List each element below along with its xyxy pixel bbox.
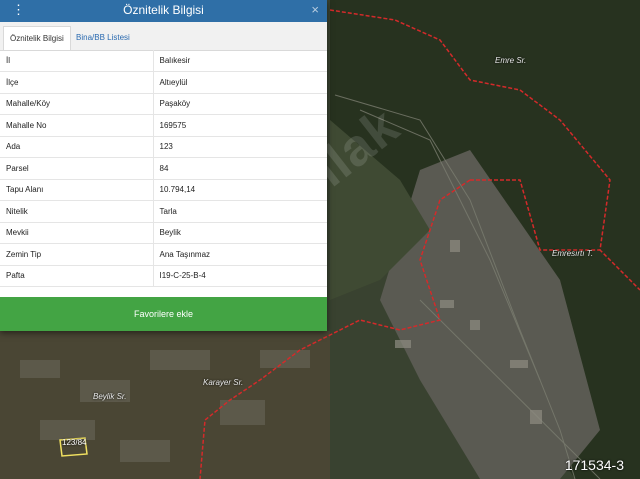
row-key: Mevkii xyxy=(0,222,154,244)
row-key: Mahalle No xyxy=(0,114,154,137)
listing-code: 171534-3 xyxy=(564,457,624,473)
attribute-table: İl Balıkesir İlçe Altıeylül Mahalle/Köy Paş… xyxy=(0,50,327,287)
map-label-emresirti: Emresırtı T. xyxy=(552,249,594,258)
parcel-label: 123/84 xyxy=(62,438,87,447)
table-row: Nitelik Tarla xyxy=(0,200,327,223)
row-value: Tarla xyxy=(153,200,327,223)
close-icon[interactable]: × xyxy=(311,2,319,18)
map-label-karayer: Karayer Sr. xyxy=(203,378,244,387)
row-value: Beylik xyxy=(153,222,327,244)
table-row: Pafta I19-C-25-B-4 xyxy=(0,265,327,287)
table-row: Mahalle/Köy Paşaköy xyxy=(0,93,327,115)
table-row: Parsel 84 xyxy=(0,157,327,180)
tab-attribute-info[interactable]: Öznitelik Bilgisi xyxy=(3,26,71,50)
row-key: Parsel xyxy=(0,157,154,180)
row-key: İlçe xyxy=(0,71,154,94)
table-row: İlçe Altıeylül xyxy=(0,71,327,94)
row-value: Balıkesir xyxy=(153,50,327,72)
attribute-panel: ⋮ Öznitelik Bilgisi × Öznitelik Bilgisi … xyxy=(0,0,327,331)
row-key: Ada xyxy=(0,136,154,158)
table-row: Zemin Tip Ana Taşınmaz xyxy=(0,243,327,266)
row-value: Paşaköy xyxy=(153,93,327,115)
map-label-emre: Emre Sr. xyxy=(495,56,527,65)
map-label-beylik: Beylik Sr. xyxy=(93,392,127,401)
tab-building-list[interactable]: Bina/BB Listesi xyxy=(70,26,136,50)
row-key: Tapu Alanı xyxy=(0,179,154,201)
row-value: Ana Taşınmaz xyxy=(153,243,327,266)
add-to-favorites-button[interactable]: Favorilere ekle xyxy=(0,297,327,331)
row-key: İl xyxy=(0,50,154,72)
row-key: Zemin Tip xyxy=(0,243,154,266)
table-row: Ada 123 xyxy=(0,136,327,158)
row-key: Pafta xyxy=(0,265,154,287)
table-row: Mevkii Beylik xyxy=(0,222,327,244)
row-value: I19-C-25-B-4 xyxy=(153,265,327,287)
row-value: 84 xyxy=(153,157,327,180)
row-key: Mahalle/Köy xyxy=(0,93,154,115)
row-value: 123 xyxy=(153,136,327,158)
table-row: Tapu Alanı 10.794,14 xyxy=(0,179,327,201)
row-value: 169575 xyxy=(153,114,327,137)
table-row: İl Balıkesir xyxy=(0,50,327,72)
tab-bar: Öznitelik Bilgisi Bina/BB Listesi xyxy=(0,22,327,51)
row-key: Nitelik xyxy=(0,200,154,223)
table-row: Mahalle No 169575 xyxy=(0,114,327,137)
panel-header: ⋮ Öznitelik Bilgisi × xyxy=(0,0,327,22)
row-value: 10.794,14 xyxy=(153,179,327,201)
panel-title: Öznitelik Bilgisi xyxy=(123,3,204,17)
row-value: Altıeylül xyxy=(153,71,327,94)
